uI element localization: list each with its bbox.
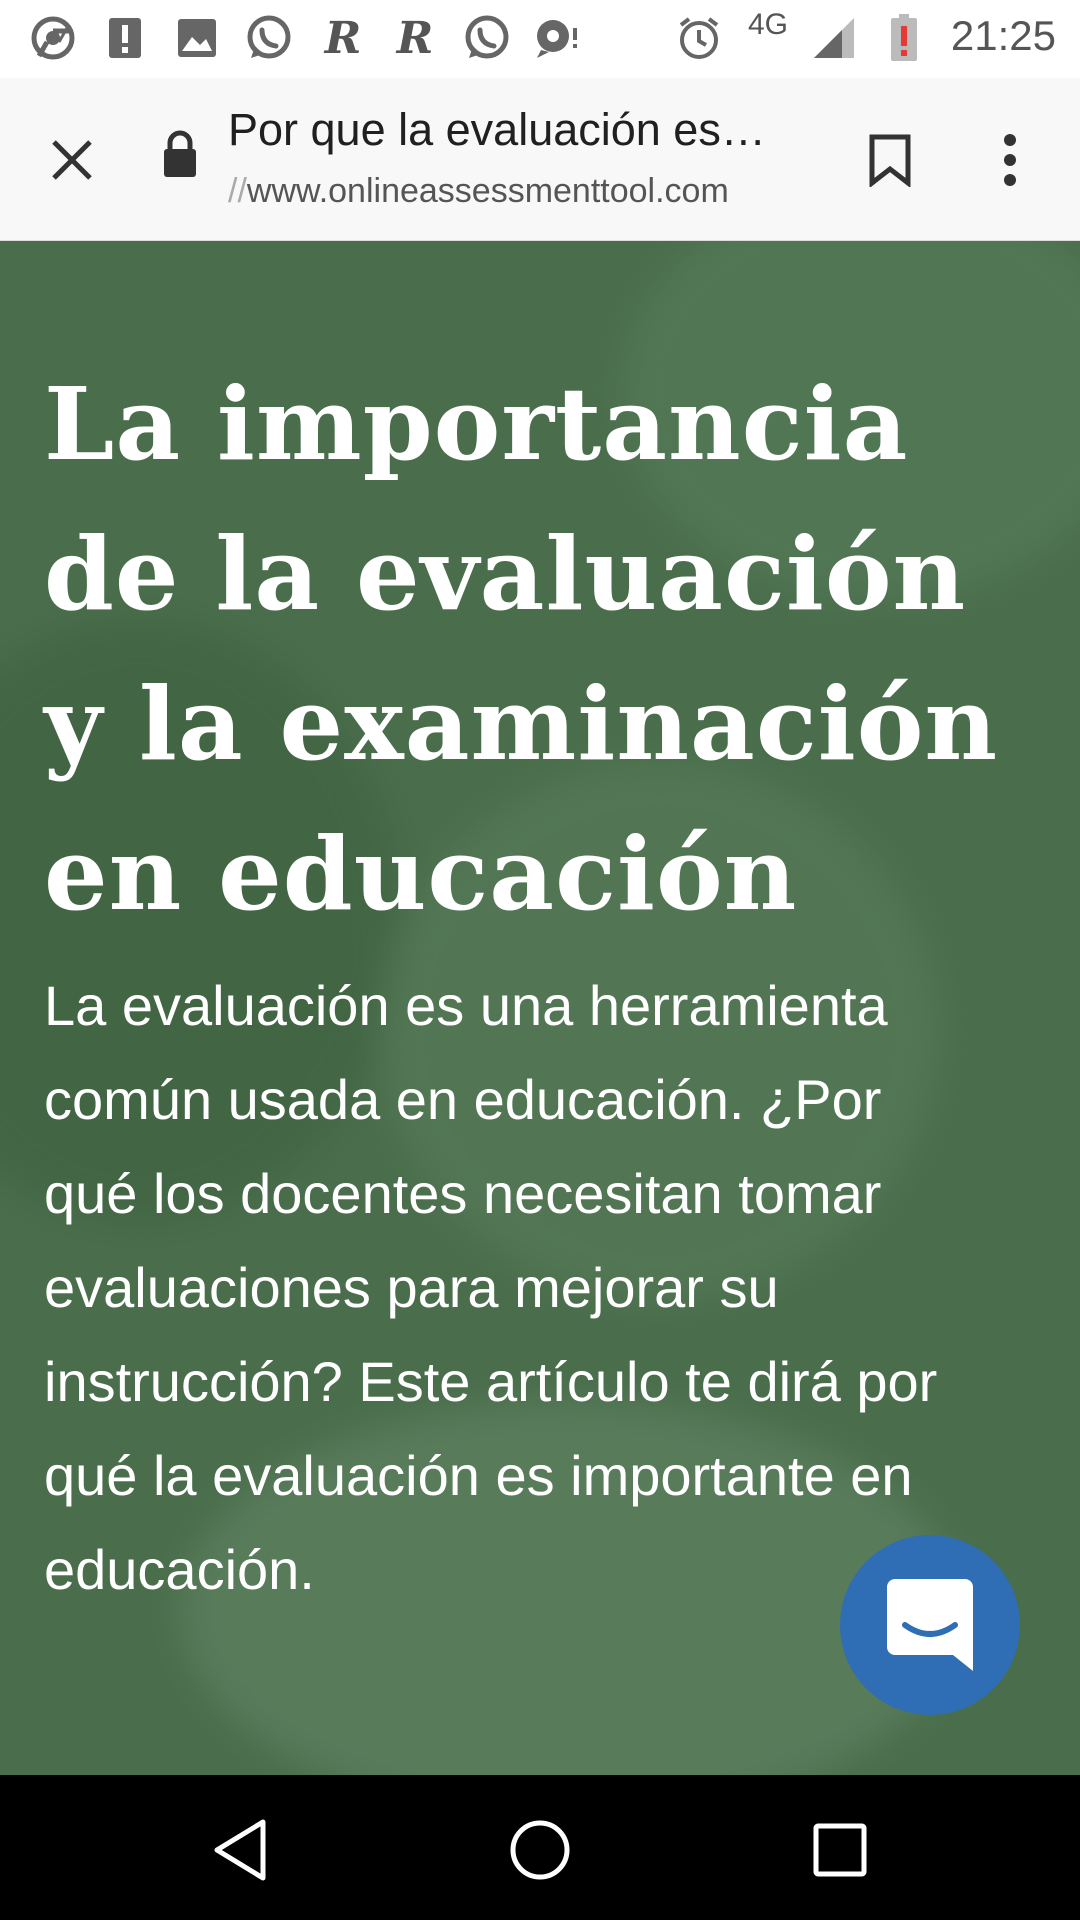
back-button[interactable] — [196, 1805, 286, 1895]
whatsapp-icon — [242, 14, 296, 62]
battery-alert-icon — [884, 14, 924, 62]
url-scheme: // — [228, 172, 247, 210]
article-heading: La importancia de la evaluación y la exa… — [44, 365, 999, 933]
alarm-icon — [674, 14, 724, 62]
back-triangle-icon — [214, 1819, 266, 1881]
overflow-menu-button[interactable] — [968, 118, 1052, 202]
phone-screen: R R 4G 21:25 Por que la evaluación es… /… — [0, 0, 1080, 1920]
chrome-icon — [28, 14, 78, 62]
bookmark-icon — [869, 134, 911, 187]
system-nav-bar — [0, 1775, 1080, 1920]
more-vert-icon — [1004, 134, 1016, 186]
bookmark-button[interactable] — [848, 118, 932, 202]
r-app-icon: R — [396, 12, 434, 64]
signal-icon — [810, 14, 858, 62]
url-host: www.onlineassessmenttool.com — [246, 172, 729, 210]
status-bar: R R 4G 21:25 — [0, 0, 1080, 78]
network-type-label: 4G — [748, 8, 789, 41]
recents-square-icon — [813, 1823, 867, 1877]
home-button[interactable] — [495, 1805, 585, 1895]
article-intro: La evaluación es una herramienta común u… — [44, 974, 938, 1601]
lock-icon[interactable] — [162, 130, 210, 190]
image-icon — [172, 14, 222, 62]
recents-button[interactable] — [795, 1805, 885, 1895]
url-field[interactable]: //www.onlineassessmenttool.com — [228, 172, 798, 211]
chat-icon — [887, 1579, 973, 1671]
r-app-icon: R — [324, 12, 362, 64]
close-tab-button[interactable] — [30, 118, 114, 202]
close-icon — [52, 140, 92, 180]
chat-bubble-icon — [532, 14, 582, 62]
whatsapp-icon — [460, 14, 514, 62]
home-circle-icon — [510, 1820, 570, 1880]
custom-tab-toolbar: Por que la evaluación es… //www.onlineas… — [0, 78, 1080, 241]
chat-launcher-button[interactable] — [840, 1535, 1020, 1715]
clock: 21:25 — [950, 12, 1056, 59]
page-title: Por que la evaluación es… — [228, 104, 766, 155]
alert-icon — [100, 14, 150, 62]
